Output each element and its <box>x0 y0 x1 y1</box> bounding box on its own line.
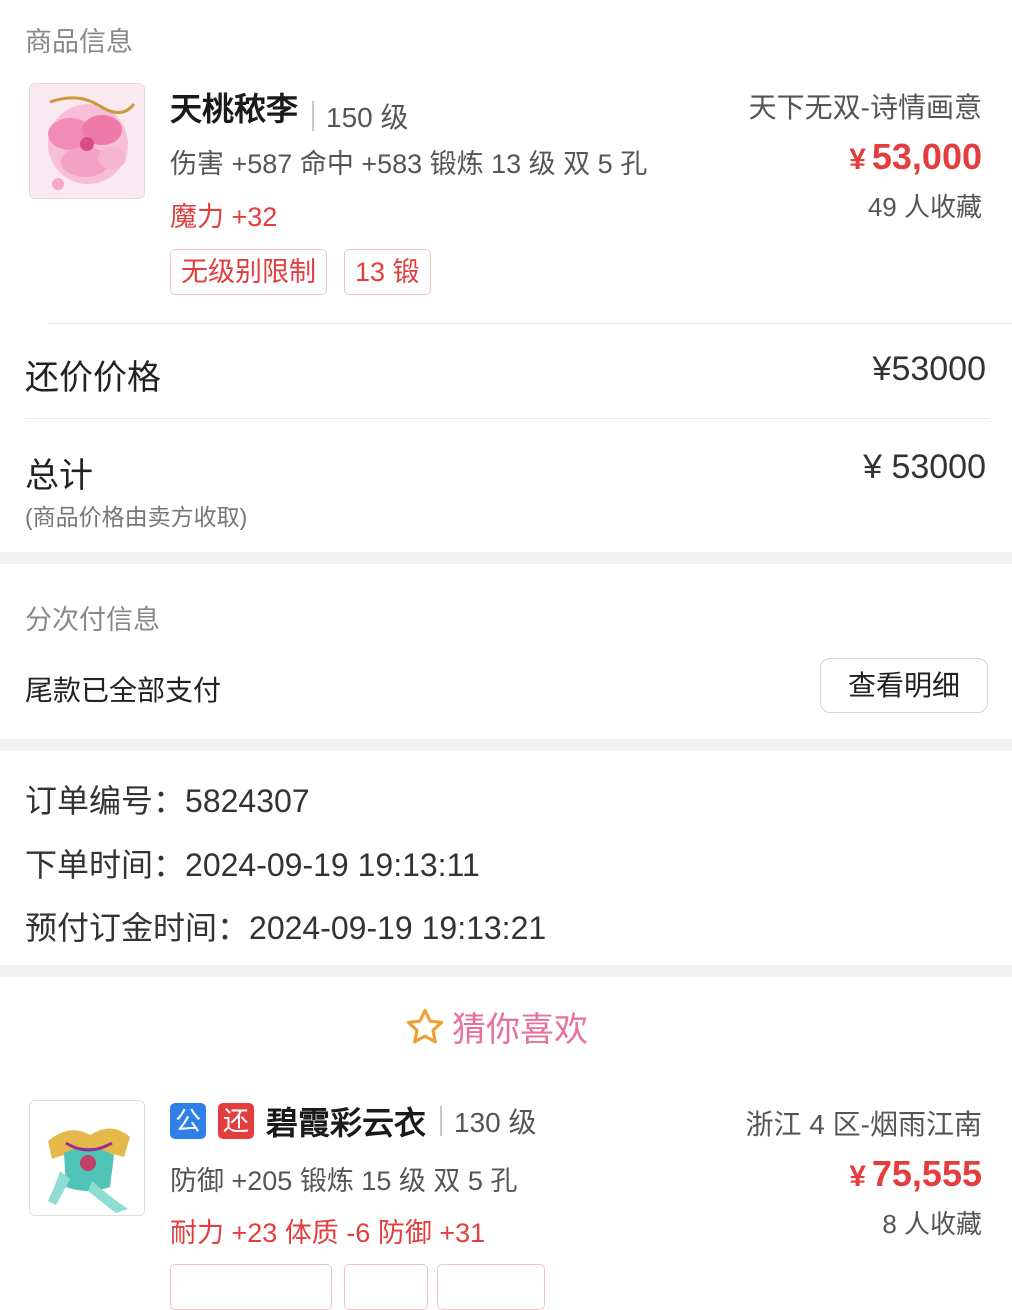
installment-status: 尾款已全部支付 <box>25 675 222 706</box>
view-details-button[interactable]: 查看明细 <box>820 658 988 713</box>
divider <box>25 418 990 419</box>
recommend-item-bonus: 耐力 +23 体质 -6 防御 +31 <box>170 1218 486 1248</box>
total-value: ¥ 53000 <box>863 448 986 486</box>
order-number-label: 订单编号： <box>25 783 186 819</box>
price-value: 75,555 <box>871 1153 982 1194</box>
product-server: 天下无双-诗情画意 <box>748 92 982 123</box>
recommend-tag <box>170 1264 332 1310</box>
counter-price-value: ¥53000 <box>872 350 986 388</box>
recommend-item-attributes: 防御 +205 锻炼 15 级 双 5 孔 <box>170 1166 518 1196</box>
product-thumbnail[interactable] <box>29 83 145 199</box>
recommend-item-name[interactable]: 碧霞彩云衣 <box>266 1105 426 1141</box>
divider <box>440 1106 443 1136</box>
product-bonus: 魔力 +32 <box>170 202 278 232</box>
recommend-thumbnail[interactable] <box>29 1100 145 1216</box>
recommend-item-price: ¥75,555 <box>849 1153 982 1195</box>
product-title-row: 天桃秾李 150 级 <box>170 84 409 136</box>
total-label: 总计 <box>25 457 93 495</box>
recommend-item-server: 浙江 4 区-烟雨江南 <box>745 1109 982 1140</box>
recommend-header: 猜你喜欢 <box>404 1002 588 1051</box>
flower-icon <box>30 84 144 198</box>
recommend-tag <box>437 1264 545 1310</box>
product-price: ¥53,000 <box>849 136 982 178</box>
total-note: (商品价格由卖方收取) <box>25 504 248 530</box>
section-gap <box>0 965 1012 977</box>
order-time-row: 下单时间：2024-09-19 19:13:11 <box>25 840 480 886</box>
recommend-item-level: 130 级 <box>454 1107 537 1138</box>
deposit-time-row: 预付订金时间：2024-09-19 19:13:21 <box>25 903 546 949</box>
price-value: 53,000 <box>871 136 982 177</box>
badge-public: 公 <box>170 1103 206 1139</box>
currency-symbol: ¥ <box>849 1160 866 1193</box>
order-number: 5824307 <box>185 783 310 819</box>
order-time: 2024-09-19 19:13:11 <box>185 847 480 883</box>
star-icon <box>406 1008 444 1043</box>
section-gap <box>0 552 1012 564</box>
recommend-tag <box>344 1264 428 1310</box>
divider <box>48 323 1012 324</box>
tag-no-level-limit: 无级别限制 <box>170 249 327 295</box>
currency-symbol: ¥ <box>849 143 866 176</box>
order-time-label: 下单时间： <box>25 847 186 883</box>
tag-forge: 13 锻 <box>344 249 431 295</box>
product-level: 150 级 <box>326 101 409 133</box>
deposit-time-label: 预付订金时间： <box>25 910 250 946</box>
recommend-title-row: 公还碧霞彩云衣 130 级 <box>170 1098 537 1144</box>
recommend-item-favorites: 8 人收藏 <box>882 1209 982 1239</box>
section-gap <box>0 739 1012 751</box>
counter-price-label: 还价价格 <box>25 359 161 397</box>
product-name[interactable]: 天桃秾李 <box>170 91 298 127</box>
section-title-product: 商品信息 <box>25 27 133 57</box>
recommend-title: 猜你喜欢 <box>452 1011 588 1049</box>
robe-icon <box>30 1101 144 1215</box>
badge-bargain: 还 <box>218 1103 254 1139</box>
section-title-installment: 分次付信息 <box>25 605 160 635</box>
order-number-row: 订单编号：5824307 <box>25 776 310 822</box>
deposit-time: 2024-09-19 19:13:21 <box>249 910 547 946</box>
product-favorites: 49 人收藏 <box>867 192 982 222</box>
divider <box>312 100 315 131</box>
product-attributes: 伤害 +587 命中 +583 锻炼 13 级 双 5 孔 <box>170 149 648 179</box>
